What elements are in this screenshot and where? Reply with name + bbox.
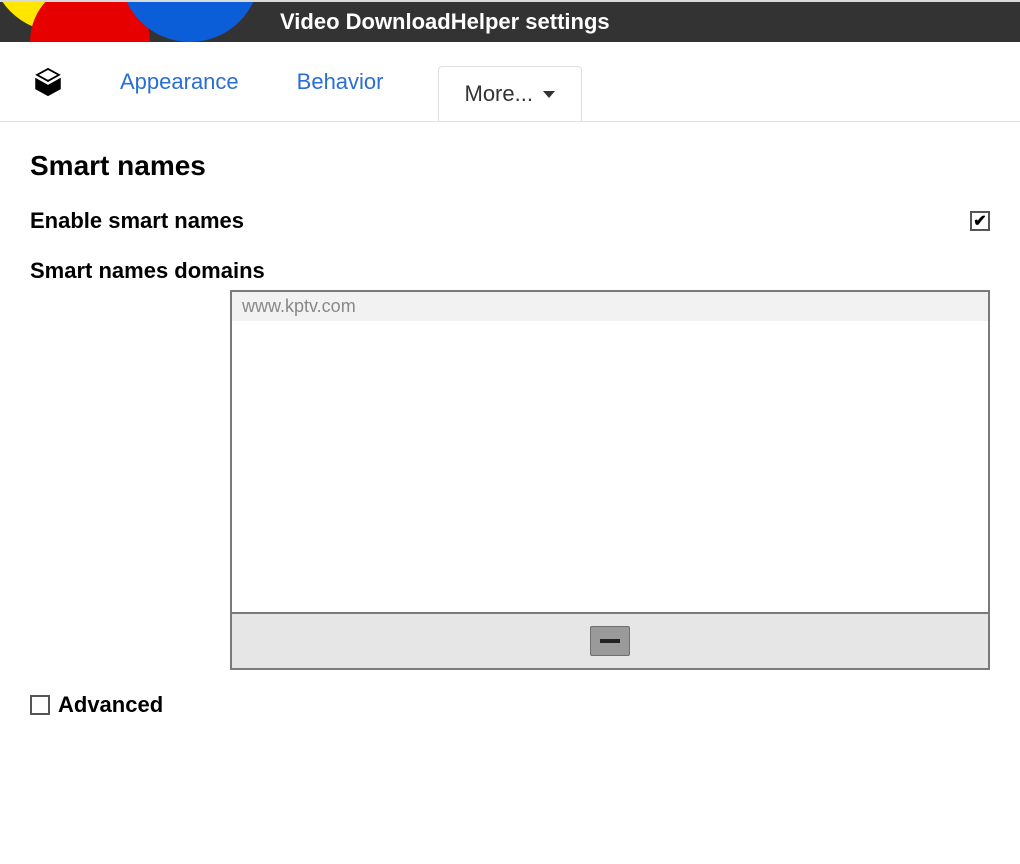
tab-behavior[interactable]: Behavior: [293, 59, 388, 105]
advanced-label: Advanced: [58, 692, 163, 718]
content: Smart names Enable smart names ✔ Smart n…: [0, 122, 1020, 718]
advanced-row: Advanced: [30, 692, 990, 718]
tab-more[interactable]: More...: [438, 66, 582, 121]
domains-listbox: www.kptv.com: [230, 290, 990, 670]
page-title: Video DownloadHelper settings: [280, 9, 610, 35]
enable-smart-names-checkbox[interactable]: ✔: [970, 211, 990, 231]
advanced-checkbox[interactable]: [30, 695, 50, 715]
domains-toolbar: [232, 612, 988, 668]
domains-list[interactable]: www.kptv.com: [232, 292, 988, 612]
minus-icon: [600, 639, 620, 643]
enable-smart-names-row: Enable smart names ✔: [30, 208, 990, 234]
enable-smart-names-label: Enable smart names: [30, 208, 244, 234]
list-item[interactable]: www.kptv.com: [232, 292, 988, 321]
tab-appearance[interactable]: Appearance: [116, 59, 243, 105]
remove-button[interactable]: [590, 626, 630, 656]
box-icon[interactable]: [30, 64, 66, 100]
section-title: Smart names: [30, 150, 990, 182]
header-bar: Video DownloadHelper settings: [0, 2, 1020, 42]
tabs-row: Appearance Behavior More...: [0, 42, 1020, 122]
tab-more-label: More...: [465, 81, 533, 107]
app-logo: [0, 2, 230, 42]
domains-wrap: www.kptv.com: [230, 290, 990, 670]
domains-label: Smart names domains: [30, 258, 990, 284]
chevron-down-icon: [543, 91, 555, 98]
